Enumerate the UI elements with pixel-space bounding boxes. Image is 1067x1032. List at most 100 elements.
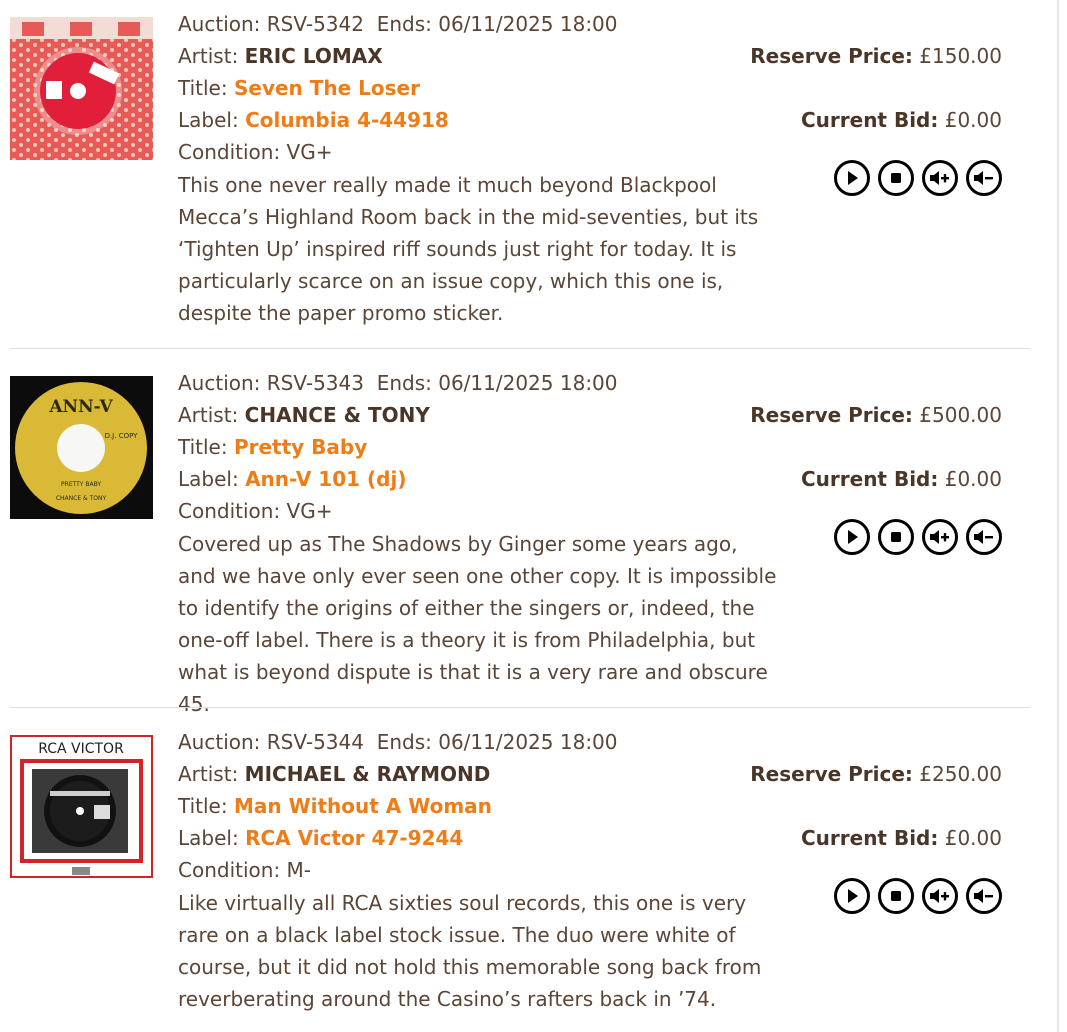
thumb-artist: CHANCE & TONY bbox=[56, 495, 107, 502]
volume-down-icon bbox=[974, 171, 993, 185]
ends-date: 06/11/2025 18:00 bbox=[438, 12, 618, 36]
auction-line: Auction: RSV-5344 Ends: 06/11/2025 18:00 bbox=[178, 726, 788, 758]
volume-down-button[interactable] bbox=[966, 878, 1002, 914]
condition-value: M- bbox=[286, 858, 312, 882]
label-line: Label: RCA Victor 47-9244 bbox=[178, 822, 788, 854]
stop-icon bbox=[891, 173, 901, 183]
label-label: Label: bbox=[178, 826, 239, 850]
reserve-value: £250.00 bbox=[919, 762, 1002, 786]
play-button[interactable] bbox=[834, 878, 870, 914]
label-link[interactable]: RCA Victor 47-9244 bbox=[245, 826, 463, 850]
auction-id: RSV-5343 bbox=[266, 371, 364, 395]
stop-button[interactable] bbox=[878, 160, 914, 196]
volume-up-icon bbox=[930, 530, 949, 544]
auction-id: RSV-5342 bbox=[266, 12, 364, 36]
stop-icon bbox=[891, 532, 901, 542]
current-bid: Current Bid: £0.00 bbox=[801, 465, 1002, 493]
current-bid: Current Bid: £0.00 bbox=[801, 106, 1002, 134]
title-line: Title: Pretty Baby bbox=[178, 431, 788, 463]
auction-id: RSV-5344 bbox=[266, 730, 364, 754]
reserve-price: Reserve Price: £250.00 bbox=[750, 760, 1002, 788]
title-link[interactable]: Seven The Loser bbox=[234, 76, 420, 100]
condition-label: Condition: bbox=[178, 499, 281, 523]
artist-line: Artist: CHANCE & TONY bbox=[178, 399, 788, 431]
artist-name: ERIC LOMAX bbox=[244, 44, 383, 68]
auction-line: Auction: RSV-5343 Ends: 06/11/2025 18:00 bbox=[178, 367, 788, 399]
title-line: Title: Seven The Loser bbox=[178, 72, 788, 104]
lot-description: This one never really made it much beyon… bbox=[178, 173, 759, 325]
artist-label: Artist: bbox=[178, 403, 239, 427]
bid-label: Current Bid: bbox=[800, 826, 939, 850]
play-icon bbox=[848, 171, 858, 185]
volume-down-icon bbox=[974, 530, 993, 544]
label-link[interactable]: Ann-V 101 (dj) bbox=[245, 467, 406, 491]
record-image[interactable]: RCA VICTOR bbox=[10, 735, 153, 878]
reserve-value: £150.00 bbox=[919, 44, 1002, 68]
record-image[interactable]: ANN-V D.J. COPY PRETTY BABY CHANCE & TON… bbox=[10, 376, 153, 519]
lot-divider bbox=[10, 707, 1030, 708]
condition-line: Condition: VG+ bbox=[178, 136, 788, 168]
condition-value: VG+ bbox=[286, 499, 333, 523]
bid-value: £0.00 bbox=[944, 826, 1002, 850]
auction-label: Auction: bbox=[178, 371, 261, 395]
volume-down-button[interactable] bbox=[966, 519, 1002, 555]
auction-label: Auction: bbox=[178, 730, 261, 754]
play-button[interactable] bbox=[834, 160, 870, 196]
label-line: Label: Ann-V 101 (dj) bbox=[178, 463, 788, 495]
title-link[interactable]: Pretty Baby bbox=[234, 435, 367, 459]
ends-date: 06/11/2025 18:00 bbox=[438, 371, 618, 395]
volume-up-icon bbox=[930, 889, 949, 903]
volume-up-button[interactable] bbox=[922, 519, 958, 555]
title-label: Title: bbox=[178, 76, 228, 100]
title-label: Title: bbox=[178, 794, 228, 818]
stop-button[interactable] bbox=[878, 519, 914, 555]
artist-name: CHANCE & TONY bbox=[244, 403, 430, 427]
volume-down-button[interactable] bbox=[966, 160, 1002, 196]
current-bid: Current Bid: £0.00 bbox=[801, 824, 1002, 852]
play-button[interactable] bbox=[834, 519, 870, 555]
auction-label: Auction: bbox=[178, 12, 261, 36]
record-image[interactable] bbox=[10, 17, 153, 160]
volume-up-button[interactable] bbox=[922, 878, 958, 914]
stop-button[interactable] bbox=[878, 878, 914, 914]
audio-controls bbox=[834, 519, 1002, 555]
artist-label: Artist: bbox=[178, 762, 239, 786]
ends-label: Ends: bbox=[376, 12, 432, 36]
label-label: Label: bbox=[178, 108, 239, 132]
lot-description: Like virtually all RCA sixties soul reco… bbox=[178, 891, 762, 1011]
thumb-brand: ANN-V bbox=[48, 397, 113, 417]
artist-line: Artist: ERIC LOMAX bbox=[178, 40, 788, 72]
bid-value: £0.00 bbox=[944, 108, 1002, 132]
reserve-label: Reserve Price: bbox=[750, 403, 913, 427]
title-link[interactable]: Man Without A Woman bbox=[234, 794, 492, 818]
lot-info: Auction: RSV-5343 Ends: 06/11/2025 18:00… bbox=[178, 367, 788, 720]
audio-controls bbox=[834, 878, 1002, 914]
reserve-price: Reserve Price: £500.00 bbox=[750, 401, 1002, 429]
condition-value: VG+ bbox=[286, 140, 333, 164]
label-label: Label: bbox=[178, 467, 239, 491]
lot-divider bbox=[10, 348, 1030, 349]
condition-label: Condition: bbox=[178, 858, 281, 882]
label-line: Label: Columbia 4-44918 bbox=[178, 104, 788, 136]
play-icon bbox=[848, 530, 858, 544]
reserve-label: Reserve Price: bbox=[750, 44, 913, 68]
lot-info: Auction: RSV-5344 Ends: 06/11/2025 18:00… bbox=[178, 726, 788, 1015]
bid-label: Current Bid: bbox=[800, 467, 939, 491]
page-right-rule bbox=[1057, 0, 1059, 1032]
label-link[interactable]: Columbia 4-44918 bbox=[245, 108, 449, 132]
condition-line: Condition: M- bbox=[178, 854, 788, 886]
audio-controls bbox=[834, 160, 1002, 196]
title-line: Title: Man Without A Woman bbox=[178, 790, 788, 822]
artist-label: Artist: bbox=[178, 44, 239, 68]
bid-label: Current Bid: bbox=[800, 108, 939, 132]
reserve-label: Reserve Price: bbox=[750, 762, 913, 786]
volume-down-icon bbox=[974, 889, 993, 903]
play-icon bbox=[848, 889, 858, 903]
volume-up-button[interactable] bbox=[922, 160, 958, 196]
ends-label: Ends: bbox=[376, 730, 432, 754]
thumb-brand: RCA VICTOR bbox=[38, 741, 124, 757]
ends-label: Ends: bbox=[376, 371, 432, 395]
title-label: Title: bbox=[178, 435, 228, 459]
lot-info: Auction: RSV-5342 Ends: 06/11/2025 18:00… bbox=[178, 8, 788, 329]
lot-description: Covered up as The Shadows by Ginger some… bbox=[178, 532, 777, 716]
